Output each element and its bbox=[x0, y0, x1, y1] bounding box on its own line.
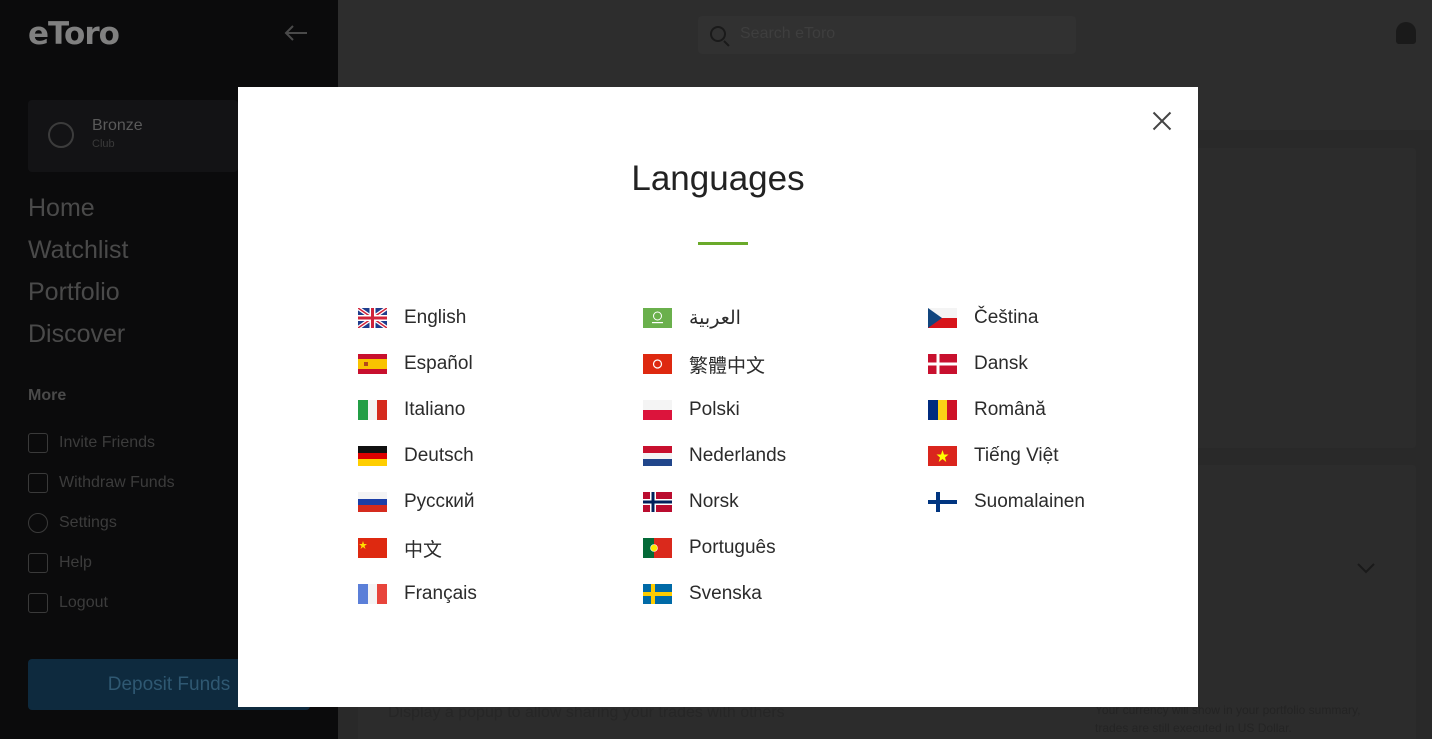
poland-flag-icon bbox=[643, 400, 672, 420]
language-option-romana[interactable]: Română bbox=[928, 397, 1046, 423]
language-option-dansk[interactable]: Dansk bbox=[928, 351, 1028, 377]
language-option-suomalainen[interactable]: Suomalainen bbox=[928, 489, 1085, 515]
germany-flag-icon bbox=[358, 446, 387, 466]
language-option-tieng-viet[interactable]: Tiếng Việt bbox=[928, 443, 1059, 469]
language-option-cestina[interactable]: Čeština bbox=[928, 305, 1038, 331]
language-option-chinese[interactable]: 中文 bbox=[358, 535, 442, 561]
portugal-flag-icon bbox=[643, 538, 672, 558]
language-option-portugues[interactable]: Português bbox=[643, 535, 776, 561]
czech-flag-icon bbox=[928, 308, 957, 328]
hongkong-flag-icon bbox=[643, 354, 672, 374]
language-option-espanol[interactable]: Español bbox=[358, 351, 473, 377]
spain-flag-icon bbox=[358, 354, 387, 374]
finland-flag-icon bbox=[928, 492, 957, 512]
language-option-russian[interactable]: Русский bbox=[358, 489, 475, 515]
china-flag-icon bbox=[358, 538, 387, 558]
italy-flag-icon bbox=[358, 400, 387, 420]
language-option-english[interactable]: English bbox=[358, 305, 466, 331]
languages-modal: Languages English Español Italiano Deuts… bbox=[238, 87, 1198, 707]
romania-flag-icon bbox=[928, 400, 957, 420]
denmark-flag-icon bbox=[928, 354, 957, 374]
language-option-francais[interactable]: Français bbox=[358, 581, 477, 607]
netherlands-flag-icon bbox=[643, 446, 672, 466]
language-option-norsk[interactable]: Norsk bbox=[643, 489, 739, 515]
language-option-svenska[interactable]: Svenska bbox=[643, 581, 762, 607]
language-option-arabic[interactable]: العربية bbox=[643, 305, 741, 331]
language-option-deutsch[interactable]: Deutsch bbox=[358, 443, 474, 469]
language-option-polski[interactable]: Polski bbox=[643, 397, 740, 423]
title-divider bbox=[698, 242, 748, 245]
france-flag-icon bbox=[358, 584, 387, 604]
language-option-italiano[interactable]: Italiano bbox=[358, 397, 465, 423]
language-option-nederlands[interactable]: Nederlands bbox=[643, 443, 786, 469]
saudi-flag-icon bbox=[643, 308, 672, 328]
close-icon[interactable] bbox=[1150, 109, 1174, 133]
modal-title: Languages bbox=[631, 159, 805, 198]
uk-flag-icon bbox=[358, 308, 387, 328]
sweden-flag-icon bbox=[643, 584, 672, 604]
norway-flag-icon bbox=[643, 492, 672, 512]
russia-flag-icon bbox=[358, 492, 387, 512]
language-option-traditional-chinese[interactable]: 繁體中文 bbox=[643, 351, 765, 377]
vietnam-flag-icon bbox=[928, 446, 957, 466]
